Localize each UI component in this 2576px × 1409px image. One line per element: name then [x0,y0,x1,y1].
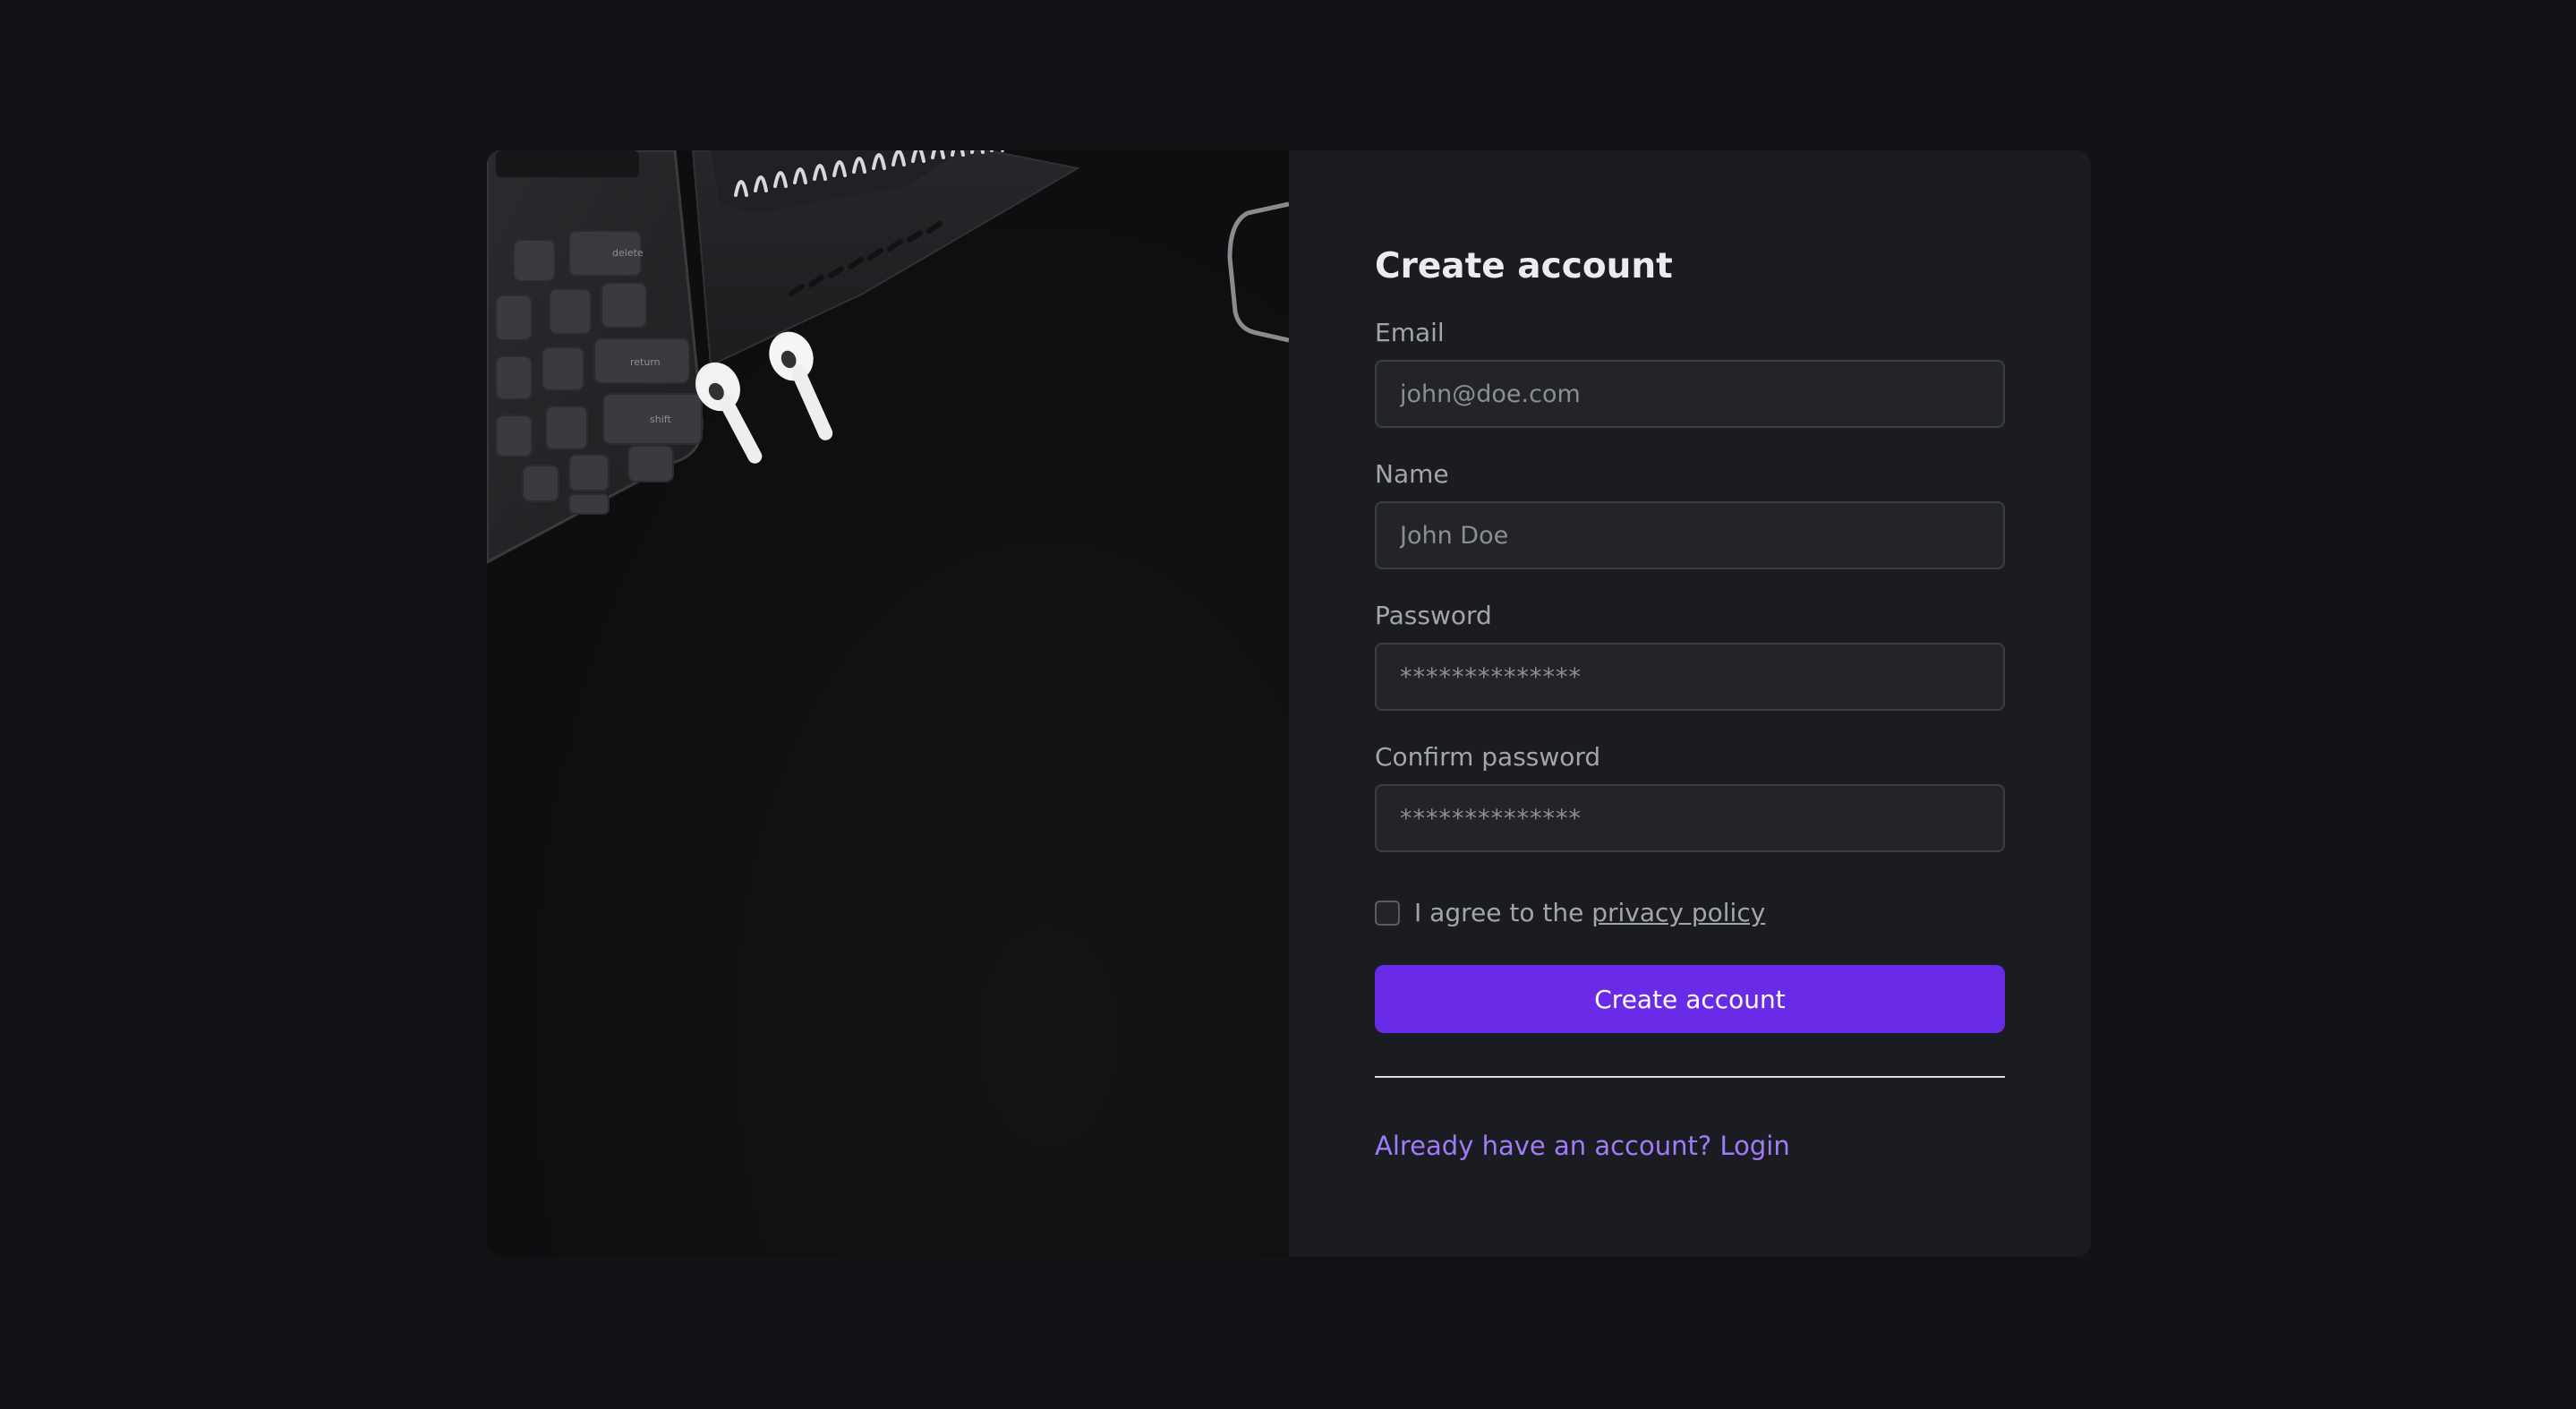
form-panel: Create account Email Name Password Confi… [1289,150,2091,1257]
key-delete-label: delete [612,247,644,259]
email-field-group: Email [1375,317,2005,428]
name-input[interactable] [1375,501,2005,569]
confirm-password-label: Confirm password [1375,742,1601,772]
name-label: Name [1375,459,1449,489]
phone-edge-graphic [1227,201,1289,343]
email-input[interactable] [1375,360,2005,428]
privacy-checkbox[interactable] [1375,901,1400,926]
form-title: Create account [1375,246,1673,286]
agreement-text: I agree to the privacy policy [1414,897,1765,929]
key-shift-label: shift [650,414,671,425]
name-field-group: Name [1375,458,2005,569]
desk-photo-illustration: delete return shift [487,150,1289,564]
password-field-group: Password [1375,600,2005,711]
agreement-prefix: I agree to the [1414,898,1592,927]
divider [1375,1076,2005,1078]
key-return-label: return [630,356,661,368]
signup-form: Create account Email Name Password Confi… [1375,243,2005,1164]
page: delete return shift Create account Email… [0,0,2576,1409]
keyboard-graphic: delete return shift [487,150,704,564]
password-input[interactable] [1375,643,2005,711]
confirm-password-field-group: Confirm password [1375,741,2005,852]
signup-card: delete return shift Create account Email… [487,150,2091,1257]
privacy-policy-link[interactable]: privacy policy [1591,898,1765,927]
create-account-button[interactable]: Create account [1375,965,2005,1033]
confirm-password-input[interactable] [1375,784,2005,852]
hero-image: delete return shift [487,150,1289,1257]
login-link[interactable]: Already have an account? Login [1375,1128,1790,1164]
email-label: Email [1375,318,1445,347]
privacy-agreement-row: I agree to the privacy policy [1375,895,2005,931]
password-label: Password [1375,601,1492,630]
notebook-graphic [691,150,1080,367]
